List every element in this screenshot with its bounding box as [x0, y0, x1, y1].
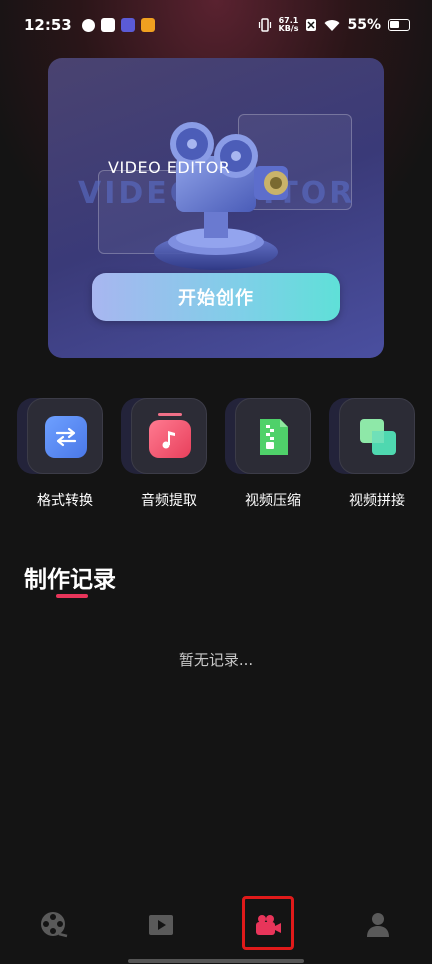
zip-file-icon — [253, 416, 295, 458]
empty-records-text: 暂无记录... — [178, 651, 254, 669]
app-notification-icon — [81, 18, 95, 32]
records-title: 制作记录 — [24, 567, 116, 593]
play-icon — [149, 915, 173, 935]
nav-item-profile[interactable] — [348, 895, 408, 955]
active-nav-highlight — [242, 896, 294, 950]
tool-video-compress-label: 视频压缩 — [245, 493, 301, 509]
status-bar: 12:53 67.1 KB/s 55% — [0, 0, 432, 50]
start-creating-button[interactable]: 开始创作 — [92, 273, 340, 321]
tool-video-compress[interactable]: 视频压缩 — [223, 398, 323, 510]
video-notification-icon — [120, 18, 135, 32]
hero-card: VIDEO EDITOR VIDEO EDITOR 开始创作 — [48, 58, 384, 358]
audio-extract-bar — [158, 413, 182, 416]
tool-format-convert-label: 格式转换 — [37, 493, 93, 509]
hero-title: VIDEO EDITOR — [108, 158, 231, 177]
tool-audio-extract-box[interactable] — [131, 398, 207, 474]
tool-grid: 格式转换 音频提取 视频压缩 视频拼接 — [0, 398, 432, 518]
swap-arrows-icon — [45, 416, 87, 458]
tool-audio-extract[interactable]: 音频提取 — [119, 398, 219, 510]
message-notification-icon — [100, 18, 115, 32]
bottom-nav — [0, 895, 432, 955]
network-speed-unit: KB/s — [278, 24, 299, 33]
video-camera-illustration — [154, 122, 288, 270]
tool-video-join-label: 视频拼接 — [349, 493, 405, 509]
tool-audio-extract-label: 音频提取 — [141, 493, 197, 509]
tool-video-join[interactable]: 视频拼接 — [327, 398, 427, 510]
wifi-icon — [324, 19, 340, 31]
film-reel-icon — [41, 912, 68, 938]
tool-format-convert-box[interactable] — [27, 398, 103, 474]
music-note-icon — [149, 420, 191, 458]
user-icon — [367, 913, 389, 937]
status-time: 12:53 — [24, 16, 72, 34]
home-indicator — [128, 959, 304, 963]
vibrate-icon — [258, 18, 271, 32]
tool-video-compress-box[interactable] — [235, 398, 311, 474]
battery-percent: 55% — [347, 17, 381, 33]
nav-item-home[interactable] — [24, 895, 84, 955]
battery-icon — [388, 19, 410, 31]
overlap-squares-icon — [357, 416, 399, 458]
tool-format-convert[interactable]: 格式转换 — [15, 398, 115, 510]
no-sim-icon — [306, 19, 317, 31]
camera-notification-icon — [140, 18, 155, 32]
network-speed: 67.1 KB/s — [279, 17, 299, 33]
nav-item-videos[interactable] — [131, 895, 191, 955]
tool-video-join-box[interactable] — [339, 398, 415, 474]
records-title-underline — [56, 594, 88, 598]
